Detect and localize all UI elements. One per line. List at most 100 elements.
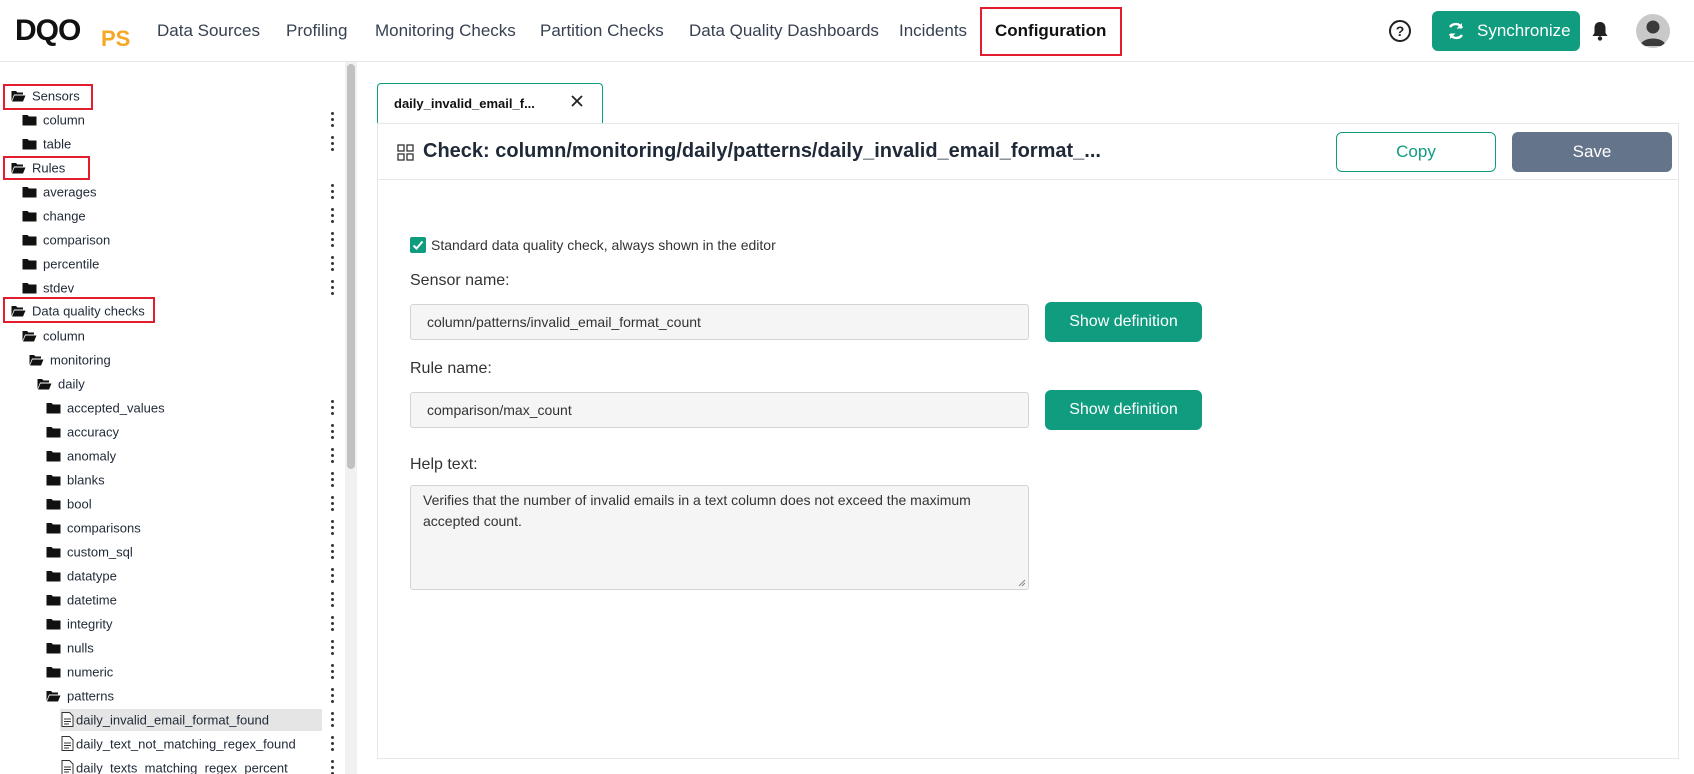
tree-item-folder[interactable]: comparison <box>22 229 110 251</box>
nav-profiling[interactable]: Profiling <box>286 0 347 62</box>
tree-item-folder[interactable]: bool <box>46 493 92 515</box>
tree-item-label: comparisons <box>67 520 141 536</box>
tree-item-folder[interactable]: table <box>22 133 71 155</box>
kebab-menu-icon[interactable] <box>329 543 335 561</box>
kebab-menu-icon[interactable] <box>329 639 335 657</box>
folder-open-icon <box>11 305 26 317</box>
tree-item-folder[interactable]: Rules <box>11 157 65 179</box>
tree-item-folder[interactable]: accuracy <box>46 421 119 443</box>
help-icon[interactable]: ? <box>1389 20 1411 42</box>
check-editor-panel: Check: column/monitoring/daily/patterns/… <box>377 123 1679 759</box>
tree-item-folder[interactable]: Data quality checks <box>11 300 145 322</box>
tree-item-label: table <box>43 136 72 152</box>
folder-icon <box>22 210 37 222</box>
kebab-menu-icon[interactable] <box>329 279 335 297</box>
close-icon[interactable] <box>570 94 584 108</box>
synchronize-button[interactable]: Synchronize <box>1432 11 1580 51</box>
copy-button[interactable]: Copy <box>1336 132 1496 172</box>
kebab-menu-icon[interactable] <box>329 231 335 249</box>
kebab-menu-icon[interactable] <box>329 663 335 681</box>
tree-item-folder[interactable]: nulls <box>46 637 94 659</box>
tree-item-folder[interactable]: daily <box>37 373 85 395</box>
kebab-menu-icon[interactable] <box>329 399 335 417</box>
kebab-menu-icon[interactable] <box>329 111 335 129</box>
tree-item-label: Sensors <box>32 88 80 104</box>
sync-icon <box>1448 22 1464 40</box>
kebab-menu-icon[interactable] <box>329 591 335 609</box>
logo-suffix-text: PS <box>101 26 131 51</box>
kebab-menu-icon[interactable] <box>329 735 335 753</box>
bell-icon[interactable] <box>1590 20 1610 42</box>
tree-item-label: change <box>43 208 86 224</box>
kebab-menu-icon[interactable] <box>329 447 335 465</box>
kebab-menu-icon[interactable] <box>329 495 335 513</box>
tree-item-folder[interactable]: blanks <box>46 469 105 491</box>
resize-grip-icon[interactable] <box>1018 579 1026 587</box>
tree-item-label: Rules <box>32 160 66 176</box>
tree-item-folder[interactable]: anomaly <box>46 445 116 467</box>
nav-incidents[interactable]: Incidents <box>899 0 967 62</box>
folder-icon <box>22 258 37 270</box>
tree-item-folder[interactable]: column <box>22 325 85 347</box>
standard-check-checkbox[interactable] <box>410 237 426 253</box>
kebab-menu-icon[interactable] <box>329 687 335 705</box>
folder-icon <box>22 114 37 126</box>
kebab-menu-icon[interactable] <box>329 207 335 225</box>
tree-item-folder[interactable]: datetime <box>46 589 117 611</box>
folder-icon <box>46 474 61 486</box>
nav-data-quality-dashboards[interactable]: Data Quality Dashboards <box>689 0 879 62</box>
show-sensor-definition-button[interactable]: Show definition <box>1045 302 1202 342</box>
tree-item-folder[interactable]: Sensors <box>11 85 80 107</box>
tree-item-folder[interactable]: monitoring <box>29 349 111 371</box>
tree-item-label: column <box>43 112 85 128</box>
tree-item-check[interactable]: daily_text_not_matching_regex_found <box>61 733 296 755</box>
tree-item-folder[interactable]: datatype <box>46 565 117 587</box>
nav-partition-checks[interactable]: Partition Checks <box>540 0 664 62</box>
tree-item-folder[interactable]: percentile <box>22 253 99 275</box>
tree-item-folder[interactable]: patterns <box>46 685 114 707</box>
tree-item-folder[interactable]: numeric <box>46 661 113 683</box>
kebab-menu-icon[interactable] <box>329 519 335 537</box>
standard-check-label: Standard data quality check, always show… <box>431 237 776 253</box>
kebab-menu-icon[interactable] <box>329 255 335 273</box>
tree-item-folder[interactable]: column <box>22 109 85 131</box>
sensor-name-input[interactable]: column/patterns/invalid_email_format_cou… <box>410 304 1029 340</box>
nav-data-sources[interactable]: Data Sources <box>157 0 260 62</box>
tree-item-check[interactable]: daily_invalid_email_format_found <box>61 709 269 731</box>
kebab-menu-icon[interactable] <box>329 711 335 729</box>
tree-item-label: custom_sql <box>67 544 133 560</box>
nav-monitoring-checks[interactable]: Monitoring Checks <box>375 0 516 62</box>
tree-item-label: daily_texts_matching_regex_percent <box>76 760 288 774</box>
user-avatar[interactable] <box>1636 14 1670 48</box>
tree-item-label: blanks <box>67 472 105 488</box>
kebab-menu-icon[interactable] <box>329 135 335 153</box>
nav-configuration[interactable]: Configuration <box>995 0 1106 62</box>
help-text-area[interactable]: Verifies that the number of invalid emai… <box>410 485 1029 590</box>
tree-item-folder[interactable]: comparisons <box>46 517 141 539</box>
tree-item-label: numeric <box>67 664 114 680</box>
tree-item-check[interactable]: daily_texts_matching_regex_percent <box>61 757 288 774</box>
tree-item-folder[interactable]: accepted_values <box>46 397 165 419</box>
tree-item-folder[interactable]: change <box>22 205 86 227</box>
dqops-logo[interactable]: DQO PS <box>15 14 133 51</box>
save-button[interactable]: Save <box>1512 132 1672 172</box>
sidebar-scrollbar-thumb[interactable] <box>347 64 355 469</box>
rule-name-input[interactable]: comparison/max_count <box>410 392 1029 428</box>
folder-icon <box>46 570 61 582</box>
tree-item-folder[interactable]: averages <box>22 181 96 203</box>
kebab-menu-icon[interactable] <box>329 615 335 633</box>
tree-item-folder[interactable]: stdev <box>22 277 74 299</box>
kebab-menu-icon[interactable] <box>329 759 335 774</box>
tree-item-folder[interactable]: custom_sql <box>46 541 133 563</box>
kebab-menu-icon[interactable] <box>329 567 335 585</box>
tab-check-editor[interactable]: daily_invalid_email_f... <box>377 83 603 123</box>
kebab-menu-icon[interactable] <box>329 423 335 441</box>
folder-icon <box>46 450 61 462</box>
check-title: Check: column/monitoring/daily/patterns/… <box>423 140 1101 162</box>
panel-header: Check: column/monitoring/daily/patterns/… <box>378 124 1678 180</box>
show-rule-definition-button[interactable]: Show definition <box>1045 390 1202 430</box>
kebab-menu-icon[interactable] <box>329 183 335 201</box>
kebab-menu-icon[interactable] <box>329 471 335 489</box>
tree-item-label: anomaly <box>67 448 117 464</box>
tree-item-folder[interactable]: integrity <box>46 613 113 635</box>
